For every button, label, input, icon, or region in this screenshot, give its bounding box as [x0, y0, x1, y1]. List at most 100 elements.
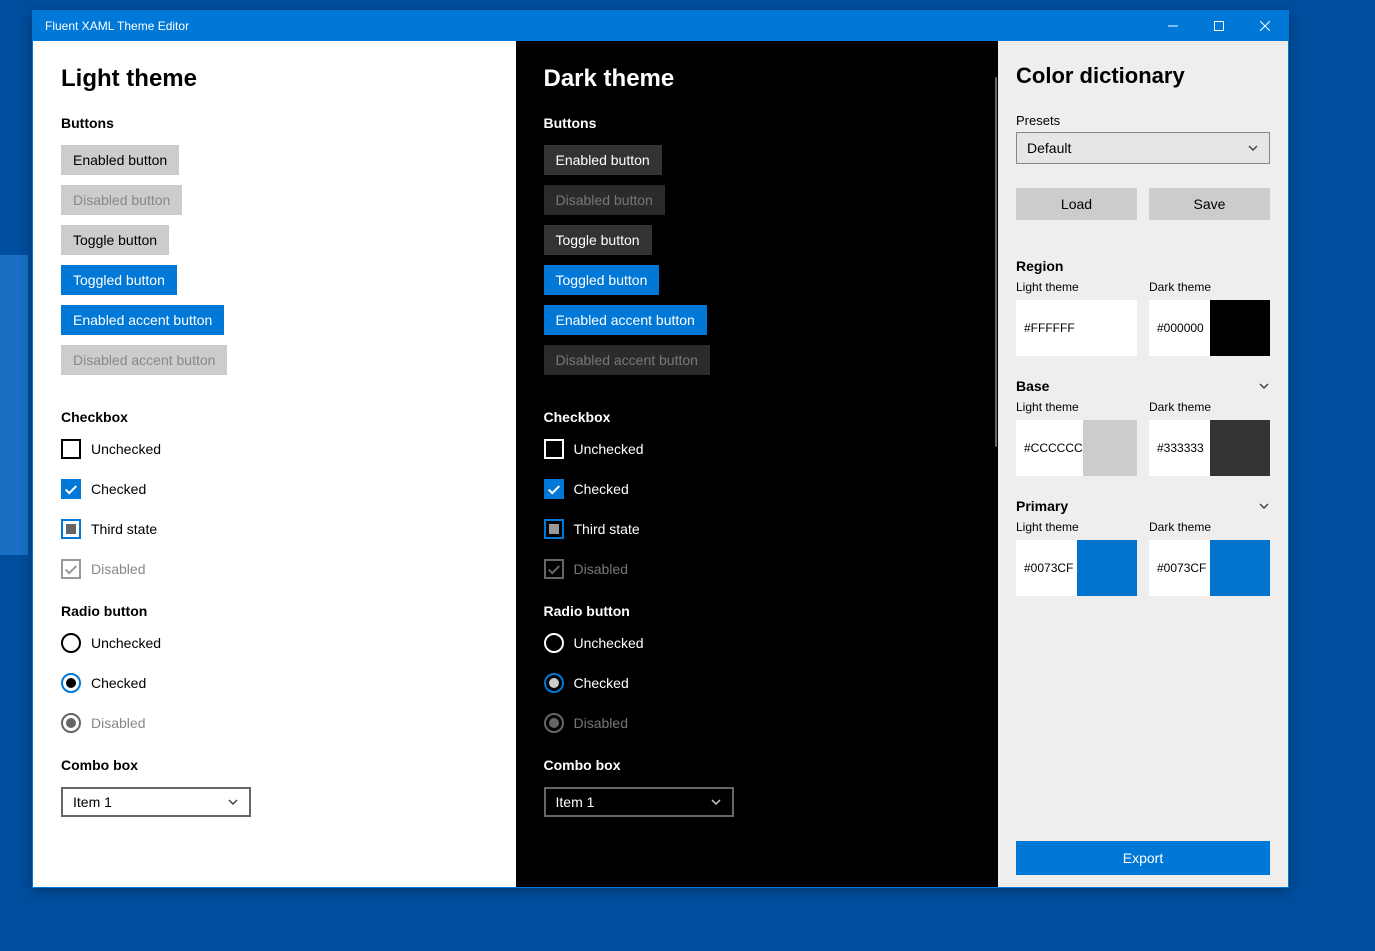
- region-heading: Region: [1016, 258, 1270, 274]
- disabled-accent-button: Disabled accent button: [61, 345, 227, 375]
- checkbox-disabled-icon: [544, 559, 564, 579]
- radio-unchecked[interactable]: Unchecked: [544, 633, 971, 653]
- radio-label: Unchecked: [91, 635, 161, 651]
- combo-box[interactable]: Item 1: [544, 787, 734, 817]
- base-dark-swatch[interactable]: #333333: [1149, 420, 1270, 476]
- section-checkbox: Checkbox: [544, 409, 971, 425]
- checkbox-checked-icon: [61, 479, 81, 499]
- checkbox-label: Disabled: [574, 561, 628, 577]
- chevron-down-icon: [227, 796, 239, 808]
- checkbox-checked[interactable]: Checked: [61, 479, 488, 499]
- toggled-button[interactable]: Toggled button: [61, 265, 177, 295]
- color-dictionary-panel: Color dictionary Presets Default Load Sa…: [998, 41, 1288, 887]
- region-dark-swatch[interactable]: #000000: [1149, 300, 1270, 356]
- titlebar: Fluent XAML Theme Editor: [33, 11, 1288, 41]
- disabled-button: Disabled button: [61, 185, 182, 215]
- disabled-button: Disabled button: [544, 185, 665, 215]
- radio-checked[interactable]: Checked: [61, 673, 488, 693]
- checkbox-label: Checked: [574, 481, 629, 497]
- checkbox-unchecked[interactable]: Unchecked: [61, 439, 488, 459]
- radio-label: Checked: [574, 675, 629, 691]
- color-chip: [1077, 300, 1138, 356]
- region-dark-label: Dark theme: [1149, 280, 1270, 294]
- combo-box[interactable]: Item 1: [61, 787, 251, 817]
- base-heading[interactable]: Base: [1016, 378, 1270, 394]
- radio-icon: [61, 633, 81, 653]
- section-buttons: Buttons: [544, 115, 971, 131]
- radio-disabled: Disabled: [544, 713, 971, 733]
- primary-dark-swatch[interactable]: #0073CF: [1149, 540, 1270, 596]
- chevron-down-icon: [710, 796, 722, 808]
- checkbox-label: Checked: [91, 481, 146, 497]
- disabled-accent-button: Disabled accent button: [544, 345, 710, 375]
- light-theme-panel: Light theme Buttons Enabled button Disab…: [33, 41, 516, 887]
- window-title: Fluent XAML Theme Editor: [33, 19, 1150, 33]
- checkbox-disabled-icon: [61, 559, 81, 579]
- radio-label: Checked: [91, 675, 146, 691]
- section-radio: Radio button: [61, 603, 488, 619]
- presets-select[interactable]: Default: [1016, 132, 1270, 164]
- radio-unchecked[interactable]: Unchecked: [61, 633, 488, 653]
- dark-theme-title: Dark theme: [544, 65, 971, 93]
- radio-disabled: Disabled: [61, 713, 488, 733]
- radio-label: Disabled: [574, 715, 628, 731]
- checkbox-icon: [544, 439, 564, 459]
- light-theme-title: Light theme: [61, 65, 488, 93]
- close-button[interactable]: [1242, 11, 1288, 41]
- toggled-button[interactable]: Toggled button: [544, 265, 660, 295]
- section-buttons: Buttons: [61, 115, 488, 131]
- section-combo: Combo box: [61, 757, 488, 773]
- preset-selected: Default: [1027, 140, 1071, 156]
- chevron-down-icon: [1247, 142, 1259, 154]
- checkbox-label: Unchecked: [91, 441, 161, 457]
- radio-disabled-icon: [61, 713, 81, 733]
- primary-dark-label: Dark theme: [1149, 520, 1270, 534]
- checkbox-checked-icon: [544, 479, 564, 499]
- enabled-button[interactable]: Enabled button: [544, 145, 662, 175]
- color-chip: [1210, 540, 1271, 596]
- section-combo: Combo box: [544, 757, 971, 773]
- chevron-down-icon: [1258, 500, 1270, 512]
- checkbox-third-icon: [544, 519, 564, 539]
- checkbox-unchecked[interactable]: Unchecked: [544, 439, 971, 459]
- radio-label: Disabled: [91, 715, 145, 731]
- app-window: Fluent XAML Theme Editor Light theme But…: [32, 10, 1289, 888]
- save-button[interactable]: Save: [1149, 188, 1270, 220]
- checkbox-label: Disabled: [91, 561, 145, 577]
- primary-light-swatch[interactable]: #0073CF: [1016, 540, 1137, 596]
- export-button[interactable]: Export: [1016, 841, 1270, 875]
- checkbox-checked[interactable]: Checked: [544, 479, 971, 499]
- base-light-swatch[interactable]: #CCCCCC: [1016, 420, 1137, 476]
- maximize-button[interactable]: [1196, 11, 1242, 41]
- load-button[interactable]: Load: [1016, 188, 1137, 220]
- combo-selected: Item 1: [556, 794, 595, 810]
- minimize-button[interactable]: [1150, 11, 1196, 41]
- radio-checked[interactable]: Checked: [544, 673, 971, 693]
- presets-label: Presets: [1016, 113, 1270, 128]
- enabled-button[interactable]: Enabled button: [61, 145, 179, 175]
- enabled-accent-button[interactable]: Enabled accent button: [61, 305, 224, 335]
- dark-theme-panel: Dark theme Buttons Enabled button Disabl…: [516, 41, 999, 887]
- toggle-button[interactable]: Toggle button: [61, 225, 169, 255]
- section-checkbox: Checkbox: [61, 409, 488, 425]
- base-light-label: Light theme: [1016, 400, 1137, 414]
- region-light-swatch[interactable]: #FFFFFF: [1016, 300, 1137, 356]
- primary-heading[interactable]: Primary: [1016, 498, 1270, 514]
- radio-label: Unchecked: [574, 635, 644, 651]
- color-chip: [1210, 420, 1271, 476]
- radio-checked-icon: [544, 673, 564, 693]
- checkbox-disabled: Disabled: [544, 559, 971, 579]
- color-dictionary-title: Color dictionary: [1016, 63, 1270, 89]
- base-dark-label: Dark theme: [1149, 400, 1270, 414]
- checkbox-third[interactable]: Third state: [544, 519, 971, 539]
- toggle-button[interactable]: Toggle button: [544, 225, 652, 255]
- color-chip: [1077, 540, 1138, 596]
- enabled-accent-button[interactable]: Enabled accent button: [544, 305, 707, 335]
- region-light-label: Light theme: [1016, 280, 1137, 294]
- checkbox-label: Third state: [91, 521, 157, 537]
- checkbox-icon: [61, 439, 81, 459]
- checkbox-third[interactable]: Third state: [61, 519, 488, 539]
- radio-icon: [544, 633, 564, 653]
- combo-selected: Item 1: [73, 794, 112, 810]
- checkbox-third-icon: [61, 519, 81, 539]
